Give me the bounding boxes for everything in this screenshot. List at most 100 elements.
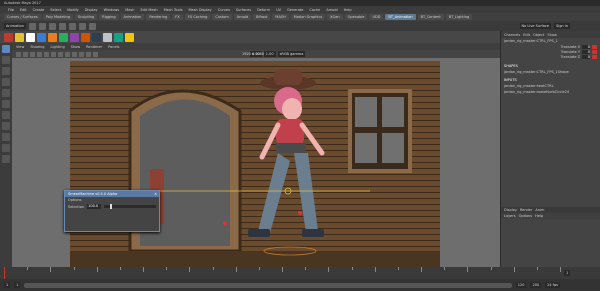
rotate-tool-icon[interactable] [2,89,10,97]
symmetry-field[interactable]: No Live Surface [519,23,551,29]
shelf-tool-icon[interactable] [81,32,90,42]
shelf-tool-icon[interactable] [70,32,79,42]
lasso-tool-icon[interactable] [2,56,10,64]
shelf-tool-icon[interactable] [15,32,24,42]
cb-tab-show[interactable]: Show [547,33,556,37]
menu-create[interactable]: Create [33,8,45,12]
shelf-tool-icon[interactable] [26,32,35,42]
viewport-menu-lighting[interactable]: Lighting [51,45,65,49]
smear-machine-dialog[interactable]: SmearMachine v0.5.0 Alpha ✕ Options Sele… [64,190,160,232]
resolution-gate-icon[interactable] [58,51,63,57]
current-frame-field[interactable]: 1 [564,270,571,276]
menu-deform[interactable]: Deform [257,8,270,12]
shadows-icon[interactable] [93,51,98,57]
menu-curves[interactable]: Curves [218,8,230,12]
scene-render[interactable] [70,61,440,269]
cb-shapes-item[interactable]: jordan_rig_master:CTRL_FPS_1Shape [501,69,600,75]
shelf-tab-udd[interactable]: UDD [369,14,384,20]
menu-mesh[interactable]: Mesh [125,8,134,12]
color-space-field[interactable]: sRGB gamma [277,51,306,57]
range-start-field[interactable]: 1 [4,282,11,288]
menu-mesh-tools[interactable]: Mesh Tools [164,8,183,12]
shelf-tab-bt-lighting[interactable]: BT_Lighting [445,14,473,20]
viewport-menu-renderer[interactable]: Renderer [86,45,102,49]
smooth-shade-icon[interactable] [72,51,77,57]
shelf-tab-curves-surfaces[interactable]: Curves / Surfaces [4,14,41,20]
menu-arnold[interactable]: Arnold [326,8,337,12]
playhead[interactable] [4,267,5,279]
shelf-tab-rigging[interactable]: Rigging [99,14,119,20]
undo-icon[interactable] [48,22,56,30]
shelf-tool-icon[interactable] [92,32,101,42]
grid-icon[interactable] [44,51,49,57]
menu-uv[interactable]: UV [276,8,281,12]
cb-attr-value[interactable]: 0 [582,44,590,49]
menu-help[interactable]: Help [344,8,352,12]
viewport-menu-show[interactable]: Show [71,45,80,49]
single-view-icon[interactable] [2,111,10,119]
end-field[interactable]: 120 [515,282,527,288]
snap-point-icon[interactable] [88,22,96,30]
dialog-options-menu[interactable]: Options [68,198,82,202]
bookmark-icon[interactable] [30,51,35,57]
menu-generate[interactable]: Generate [287,8,303,12]
shelf-tool-icon[interactable] [59,32,68,42]
shelf-tab-poly-modeling[interactable]: Poly Modeling [42,14,73,20]
shelf-tab-fx-caching[interactable]: FX Caching [184,14,211,20]
shelf-tab-xgen[interactable]: XGen [327,14,343,20]
layer-tabs-anim[interactable]: Anim [535,208,544,212]
scale-tool-icon[interactable] [2,100,10,108]
shelf-tab-motion-graphics[interactable]: Motion Graphics [290,14,326,20]
shelf-tab-arnold[interactable]: Arnold [233,14,252,20]
image-plane-icon[interactable] [37,51,42,57]
viewport-menu-shading[interactable]: Shading [30,45,44,49]
select-tool-icon[interactable] [2,45,10,53]
shelf-tab-bt-animation[interactable]: BT_Animation [385,14,416,20]
menu-file[interactable]: File [8,8,14,12]
layer-menu-layers[interactable]: Layers [504,214,516,218]
shelf-tool-icon[interactable] [48,32,57,42]
redo-icon[interactable] [58,22,66,30]
cb-attr-value[interactable]: 0 [582,49,590,54]
fps-field[interactable]: 24 fps [545,282,560,288]
outliner-icon[interactable] [2,144,10,152]
snap-curve-icon[interactable] [78,22,86,30]
open-scene-icon[interactable] [28,22,36,30]
shelf-tab-animation[interactable]: Animation [120,14,145,20]
shelf-tab-openable[interactable]: Openable [344,14,368,20]
cb-tab-object[interactable]: Object [533,33,544,37]
layer-tabs-render[interactable]: Render [520,208,532,212]
snap-grid-icon[interactable] [68,22,76,30]
layer-menu-options[interactable]: Options [519,214,533,218]
cb-tab-edit[interactable]: Edit [523,33,530,37]
menu-surfaces[interactable]: Surfaces [236,8,251,12]
time-slider[interactable]: 1 [0,267,600,279]
wireframe-icon[interactable] [65,51,70,57]
viewport-menu-panels[interactable]: Panels [108,45,119,49]
menu-windows[interactable]: Windows [104,8,120,12]
menu-mesh-display[interactable]: Mesh Display [189,8,212,12]
far-clip-field[interactable]: 1.00 [263,51,276,57]
textured-icon[interactable] [79,51,84,57]
shelf-tool-icon[interactable] [125,32,134,42]
cb-inputs-item[interactable]: jordan_rig_master:makeNurbCircle24 [501,89,600,95]
range-bar[interactable] [24,282,512,288]
menu-display[interactable]: Display [85,8,98,12]
four-view-icon[interactable] [2,122,10,130]
cb-attr-row[interactable]: Translate Z0 [501,54,600,59]
layer-menu-help[interactable]: Help [535,214,543,218]
shelf-tool-icon[interactable] [114,32,123,42]
dialog-value-field[interactable]: 100.0 [87,204,102,209]
dialog-slider-handle[interactable] [110,204,113,209]
menu-select[interactable]: Select [50,8,61,12]
move-tool-icon[interactable] [2,78,10,86]
layer-tabs-display[interactable]: Display [504,208,517,212]
shelf-tab-fx[interactable]: FX [172,14,183,20]
menu-modify[interactable]: Modify [67,8,79,12]
lock-camera-icon[interactable] [23,51,28,57]
range-end-field[interactable]: 200 [530,282,542,288]
shelf-tab-bt-content[interactable]: BT_Content [417,14,444,20]
cb-attr-value[interactable]: 0 [582,54,590,59]
shelf-tab-rendering[interactable]: Rendering [146,14,171,20]
paint-select-icon[interactable] [2,67,10,75]
